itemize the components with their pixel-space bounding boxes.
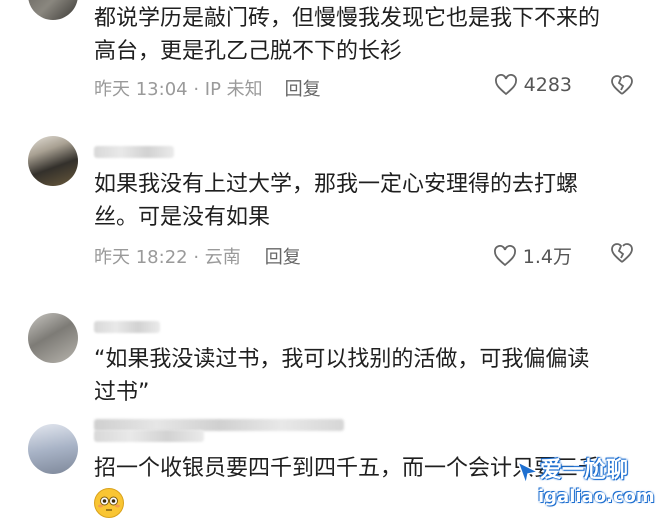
- comment-text-line: 丝。可是没有如果: [94, 205, 271, 230]
- watermark: 爱一尬聊 igaliao.com: [514, 452, 655, 522]
- dislike-button[interactable]: [610, 242, 634, 264]
- reply-button[interactable]: 回复: [285, 75, 321, 101]
- like-count: 1.4万: [522, 246, 572, 268]
- comment-meta: 昨天 13:04 · IP 未知 回复: [94, 75, 321, 101]
- reply-button[interactable]: 回复: [265, 243, 301, 269]
- avatar[interactable]: [28, 313, 78, 363]
- comment-text: “如果我没读过书，我可以找别的活做，可我偏偏读 过书”: [94, 343, 634, 409]
- username-blurred: [94, 146, 174, 158]
- watermark-title: 爱一尬聊: [540, 458, 629, 483]
- heart-outline-icon: [493, 244, 516, 266]
- comment-meta: 昨天 18:22 · 云南 回复: [94, 243, 301, 269]
- username-blurred: [94, 430, 204, 442]
- flushed-face-emoji: [94, 488, 124, 518]
- watermark-logo-icon: [516, 460, 541, 486]
- comment-text-line: 过书”: [94, 380, 150, 405]
- like-button[interactable]: 4283: [494, 74, 572, 96]
- comment-text: 都说学历是敲门砖，但慢慢我发现它也是我下不来的 高台，更是孔乙己脱不下的长衫: [94, 2, 634, 68]
- like-count: 4283: [523, 74, 572, 96]
- comment-text-line: 高台，更是孔乙己脱不下的长衫: [94, 39, 403, 64]
- like-button[interactable]: 1.4万: [493, 242, 572, 269]
- comment-text-line: 都说学历是敲门砖，但慢慢我发现它也是我下不来的: [94, 6, 601, 31]
- avatar[interactable]: [28, 424, 78, 474]
- broken-heart-icon: [611, 243, 633, 263]
- comment-text-line: “如果我没读过书，我可以找别的活做，可我偏偏读: [94, 347, 590, 372]
- heart-outline-icon: [494, 74, 517, 96]
- watermark-url: igaliao.com: [538, 486, 655, 507]
- dislike-button[interactable]: [610, 74, 634, 96]
- comment-text: 如果我没有上过大学，那我一定心安理得的去打螺 丝。可是没有如果: [94, 168, 634, 234]
- avatar[interactable]: [28, 136, 78, 186]
- broken-heart-icon: [611, 75, 633, 95]
- comment-time-location: 昨天 18:22 · 云南: [94, 247, 241, 268]
- username-blurred: [94, 321, 160, 333]
- avatar[interactable]: [28, 0, 78, 20]
- comment-time-location: 昨天 13:04 · IP 未知: [94, 79, 263, 100]
- comment-text-line: 如果我没有上过大学，那我一定心安理得的去打螺: [94, 172, 579, 197]
